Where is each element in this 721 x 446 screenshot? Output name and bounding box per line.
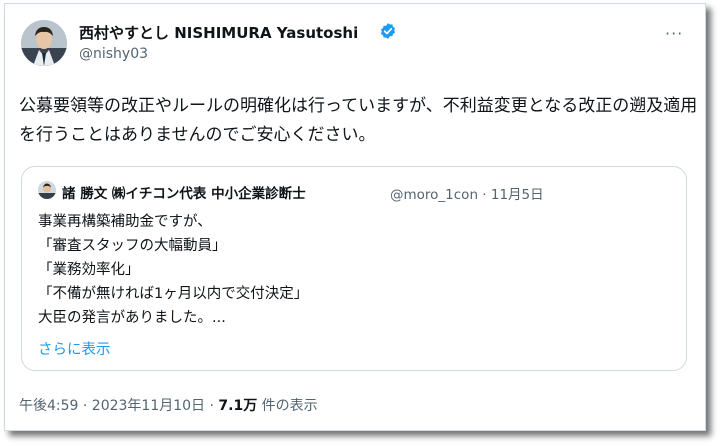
- more-horizontal-icon[interactable]: ···: [665, 24, 687, 43]
- quote-line: 事業再構築補助金ですが、: [38, 214, 212, 230]
- quote-avatar-photo-icon: [38, 181, 56, 199]
- author-display-name[interactable]: 西村やすとし NISHIMURA Yasutoshi: [79, 22, 358, 43]
- quote-author-name: 諸 勝文 ㈱イチコン代表 中小企業診断士: [62, 186, 306, 202]
- author-handle[interactable]: @nishy03: [79, 46, 148, 62]
- view-count: 7.1万: [218, 398, 258, 414]
- quote-line: 大臣の発言がありました。...: [38, 310, 226, 326]
- author-avatar[interactable]: [21, 20, 67, 66]
- quote-line: 「審査スタッフの大幅動員」: [38, 238, 227, 254]
- view-count-label: 件の表示: [257, 398, 318, 414]
- avatar-photo-icon: [21, 20, 67, 66]
- quote-line: 「不備が無ければ1ヶ月以内で交付決定」: [38, 286, 309, 302]
- verified-badge-icon: [380, 23, 396, 39]
- tweet-timestamp[interactable]: 午後4:59 · 2023年11月10日 ·: [19, 398, 218, 414]
- tweet-meta: 午後4:59 · 2023年11月10日 · 7.1万 件の表示: [19, 395, 318, 415]
- quote-author-avatar: [38, 181, 56, 199]
- tweet-card: 西村やすとし NISHIMURA Yasutoshi @nishy03 ··· …: [4, 3, 706, 431]
- quote-text: 事業再構築補助金ですが、 「審査スタッフの大幅動員」 「業務効率化」 「不備が無…: [38, 210, 308, 330]
- tweet-text: 公募要領等の改正やルールの明確化は行っていますが、不利益変更となる改正の遡及適用…: [19, 96, 698, 145]
- show-more-link[interactable]: さらに表示: [38, 338, 111, 359]
- quoted-tweet[interactable]: 諸 勝文 ㈱イチコン代表 中小企業診断士 @moro_1con · 11月5日 …: [21, 166, 687, 371]
- quote-handle-date: @moro_1con · 11月5日: [390, 187, 544, 203]
- quote-line: 「業務効率化」: [38, 262, 140, 278]
